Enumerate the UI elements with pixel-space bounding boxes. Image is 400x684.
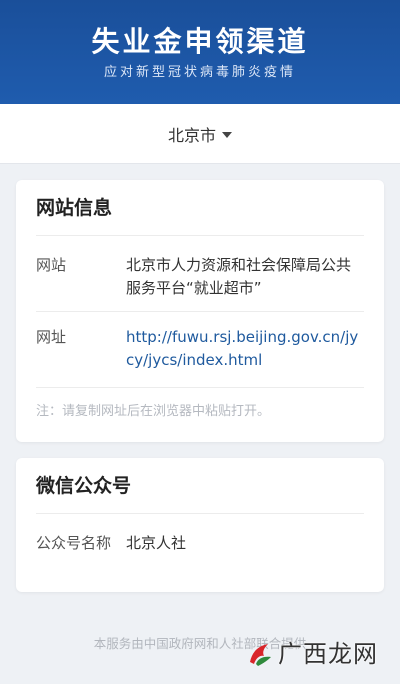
wechat-account-value: 北京人社 (126, 534, 187, 552)
dragon-logo-icon (244, 638, 276, 670)
wechat-account-row: 公众号名称 北京人社 (36, 514, 364, 590)
url-label: 网址 (36, 328, 67, 346)
wechat-card-title: 微信公众号 (36, 458, 364, 514)
website-card-title: 网站信息 (36, 180, 364, 236)
watermark-text: 广西龙网 (278, 640, 378, 668)
caret-down-icon (222, 131, 232, 138)
watermark: 广西龙网 (244, 638, 378, 670)
website-value: 北京市人力资源和社会保障局公共服务平台“就业超市” (126, 256, 352, 297)
city-selector[interactable]: 北京市 (0, 104, 400, 164)
wechat-card: 微信公众号 公众号名称 北京人社 (16, 458, 384, 592)
wechat-account-label: 公众号名称 (36, 534, 112, 552)
website-label: 网站 (36, 256, 67, 274)
website-row: 网站 北京市人力资源和社会保障局公共服务平台“就业超市” (36, 236, 364, 312)
website-info-card: 网站信息 网站 北京市人力资源和社会保障局公共服务平台“就业超市” 网址 htt… (16, 180, 384, 442)
url-row: 网址 http://fuwu.rsj.beijing.gov.cn/jycy/j… (36, 312, 364, 388)
url-link[interactable]: http://fuwu.rsj.beijing.gov.cn/jycy/jycs… (126, 326, 364, 387)
copy-url-note: 注：请复制网址后在浏览器中粘贴打开。 (36, 404, 271, 419)
page-title: 失业金申领渠道 (91, 25, 309, 58)
header-banner: 失业金申领渠道 应对新型冠状病毒肺炎疫情 (0, 0, 400, 104)
page-subtitle: 应对新型冠状病毒肺炎疫情 (103, 65, 296, 80)
city-selector-value: 北京市 (167, 125, 216, 145)
